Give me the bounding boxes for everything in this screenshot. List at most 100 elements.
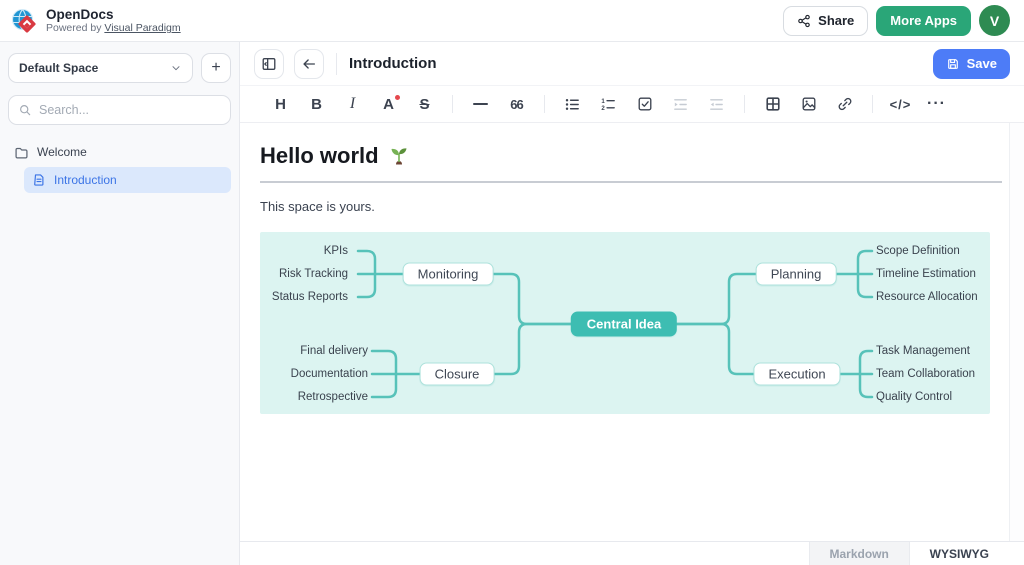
- link-icon: [837, 96, 853, 112]
- tree-item-introduction[interactable]: Introduction: [24, 167, 231, 193]
- save-icon: [946, 57, 960, 71]
- mindmap-node-monitoring: Monitoring: [403, 263, 494, 286]
- mindmap-leaf: Risk Tracking: [279, 268, 348, 280]
- image-button[interactable]: [792, 90, 825, 118]
- document-canvas[interactable]: Hello world This space is yours.: [240, 123, 1024, 541]
- tree-item-welcome[interactable]: Welcome: [8, 139, 231, 165]
- tab-markdown[interactable]: Markdown: [809, 542, 909, 565]
- mindmap-leaf: Task Management: [876, 345, 970, 357]
- divider: [336, 53, 337, 75]
- search-input[interactable]: [39, 103, 221, 117]
- indent-icon: [672, 96, 689, 113]
- svg-text:2: 2: [601, 105, 605, 112]
- italic-button[interactable]: I: [336, 90, 369, 118]
- tab-wysiwyg[interactable]: WYSIWYG: [909, 542, 1009, 565]
- toolbar-divider: [872, 95, 873, 113]
- mindmap-leaf: Team Collaboration: [876, 368, 975, 380]
- mindmap-diagram[interactable]: KPIs Risk Tracking Status Reports Final …: [260, 232, 990, 414]
- blockquote-icon: 66: [510, 97, 522, 112]
- opendocs-logo-icon: [10, 7, 38, 35]
- mindmap-leaf: Scope Definition: [876, 245, 960, 257]
- formatting-toolbar: H B I A S 66 1: [240, 86, 1024, 123]
- editor-pane: Introduction Save H B I: [240, 42, 1024, 565]
- search-icon: [18, 103, 32, 117]
- code-button[interactable]: </>: [884, 90, 917, 118]
- horizontal-rule-button[interactable]: [464, 90, 497, 118]
- link-button[interactable]: [828, 90, 861, 118]
- outdent-icon: [708, 96, 725, 113]
- bullet-list-icon: [564, 96, 581, 113]
- add-space-button[interactable]: +: [201, 53, 231, 83]
- share-icon: [797, 14, 811, 28]
- mindmap-leaf: Retrospective: [298, 391, 368, 403]
- task-list-button[interactable]: [628, 90, 661, 118]
- back-arrow-icon: [301, 56, 317, 72]
- sidebar-toggle-button[interactable]: [254, 49, 284, 79]
- text-color-button[interactable]: A: [372, 90, 405, 118]
- panel-collapse-icon: [261, 56, 277, 72]
- heading-button[interactable]: H: [264, 90, 297, 118]
- space-selector[interactable]: Default Space: [8, 53, 193, 83]
- folder-icon: [14, 145, 29, 160]
- share-button[interactable]: Share: [783, 6, 868, 36]
- page-tree: Welcome Introduction: [8, 139, 231, 193]
- strikethrough-icon: S: [419, 96, 429, 113]
- mindmap-node-execution: Execution: [753, 363, 840, 386]
- mindmap-node-planning: Planning: [756, 263, 837, 286]
- app-window: OpenDocs Powered by Visual Paradigm Shar…: [0, 0, 1024, 565]
- avatar[interactable]: V: [979, 5, 1010, 36]
- italic-icon: I: [350, 95, 355, 113]
- ellipsis-icon: ···: [927, 95, 946, 113]
- table-button[interactable]: [756, 90, 789, 118]
- image-icon: [801, 96, 817, 112]
- toolbar-divider: [544, 95, 545, 113]
- mindmap-leaf: Resource Allocation: [876, 291, 978, 303]
- more-options-button[interactable]: ···: [920, 90, 953, 118]
- heading-icon: H: [275, 96, 286, 113]
- numbered-list-icon: 1 2: [600, 96, 617, 113]
- toolbar-divider: [744, 95, 745, 113]
- outdent-button: [700, 90, 733, 118]
- mindmap-leaf: Quality Control: [876, 391, 952, 403]
- strikethrough-button[interactable]: S: [408, 90, 441, 118]
- seedling-emoji-icon: [388, 145, 410, 167]
- editor-statusbar: Markdown WYSIWYG: [240, 541, 1024, 565]
- doc-heading: Hello world: [260, 143, 1002, 183]
- mindmap-leaf: Timeline Estimation: [876, 268, 976, 280]
- visual-paradigm-link[interactable]: Visual Paradigm: [104, 22, 180, 34]
- mindmap-node-closure: Closure: [420, 363, 495, 386]
- document-icon: [32, 173, 46, 187]
- mindmap-leaf: Final delivery: [300, 345, 368, 357]
- doc-paragraph: This space is yours.: [260, 199, 1002, 214]
- mindmap-leaf: KPIs: [324, 245, 348, 257]
- mindmap-node-central-idea: Central Idea: [571, 312, 677, 337]
- chevron-down-icon: [170, 62, 182, 74]
- svg-text:1: 1: [601, 97, 605, 104]
- indent-button: [664, 90, 697, 118]
- blockquote-button[interactable]: 66: [500, 90, 533, 118]
- back-button[interactable]: [294, 49, 324, 79]
- doc-topbar: Introduction Save: [240, 42, 1024, 86]
- code-icon: </>: [890, 97, 912, 112]
- save-button[interactable]: Save: [933, 49, 1010, 79]
- mindmap-leaf: Status Reports: [272, 291, 348, 303]
- search-box[interactable]: [8, 95, 231, 125]
- page-title: Introduction: [349, 55, 436, 72]
- mindmap-leaf: Documentation: [291, 368, 368, 380]
- powered-by: Powered by Visual Paradigm: [46, 22, 181, 34]
- bold-button[interactable]: B: [300, 90, 333, 118]
- bullet-list-button[interactable]: [556, 90, 589, 118]
- horizontal-rule-icon: [473, 103, 488, 105]
- more-apps-button[interactable]: More Apps: [876, 6, 971, 36]
- app-header: OpenDocs Powered by Visual Paradigm Shar…: [0, 0, 1024, 42]
- text-color-icon: A: [383, 96, 394, 113]
- bold-icon: B: [311, 96, 322, 113]
- sidebar: Default Space + Welcome: [0, 42, 240, 565]
- checkbox-icon: [637, 96, 653, 112]
- numbered-list-button[interactable]: 1 2: [592, 90, 625, 118]
- table-icon: [765, 96, 781, 112]
- toolbar-divider: [452, 95, 453, 113]
- scrollbar-gutter[interactable]: [1009, 123, 1024, 541]
- app-title-block: OpenDocs Powered by Visual Paradigm: [46, 7, 181, 35]
- app-title: OpenDocs: [46, 7, 181, 23]
